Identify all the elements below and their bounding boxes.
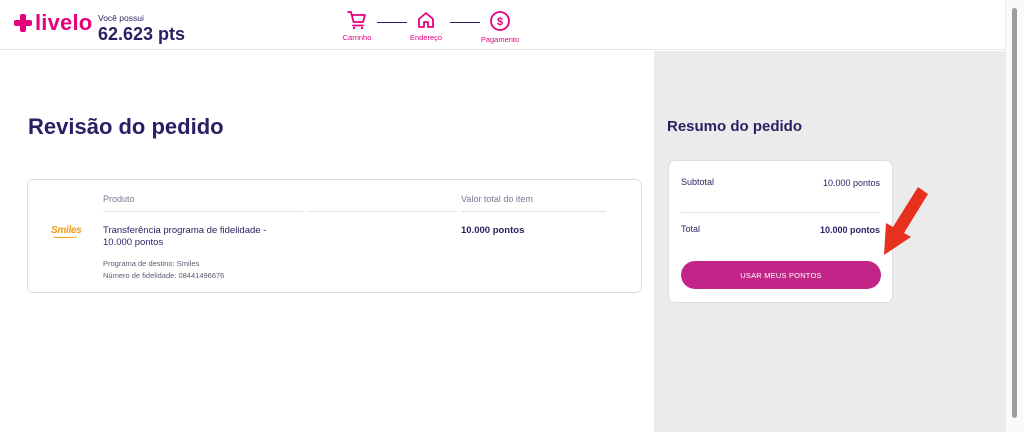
cart-icon (347, 11, 366, 30)
use-points-button[interactable]: USAR MEUS PONTOS (681, 261, 881, 289)
top-header: livelo Você possui 62.623 pts Carrinho E… (0, 0, 1005, 50)
smiles-logo-smile (53, 235, 77, 238)
red-arrow-icon (884, 187, 928, 255)
product-name: Transferência programa de fidelidade - 1… (103, 225, 267, 248)
points-label: Você possui (98, 13, 144, 23)
step-payment[interactable]: $ Pagamento (470, 10, 530, 44)
brand-name: livelo (35, 10, 93, 35)
page-title: Revisão do pedido (28, 114, 224, 139)
summary-title: Resumo do pedido (667, 118, 802, 135)
loyalty-number: Número de fidelidade: 08441496676 (103, 271, 225, 280)
points-balance: Você possui 62.623 pts (98, 13, 185, 45)
column-header-value: Valor total do item (461, 194, 533, 204)
points-value: 62.623 pts (98, 24, 186, 44)
column-header-product: Produto (103, 194, 135, 204)
plus-logo-icon (14, 14, 32, 32)
checkout-page: livelo Você possui 62.623 pts Carrinho E… (0, 0, 1024, 432)
svg-text:$: $ (497, 16, 503, 28)
smiles-logo: Smiles (51, 225, 82, 238)
summary-card: Subtotal 10.000 pontos Total 10.000 pont… (668, 160, 893, 303)
item-price: 10.000 pontos (461, 225, 525, 236)
checkout-steps: Carrinho Endereço $ Pagamento (340, 10, 540, 46)
total-label: Total (681, 224, 701, 234)
order-item-card: Produto Valor total do item Smiles Trans… (27, 179, 642, 293)
subtotal-value: 10.000 pontos (822, 178, 880, 188)
step-address[interactable]: Endereço (396, 10, 456, 42)
header-divider (461, 211, 606, 212)
step-payment-label: Pagamento (480, 35, 520, 44)
livelo-logo[interactable]: livelo (14, 12, 92, 34)
dollar-icon: $ (490, 11, 510, 31)
home-icon (418, 12, 434, 28)
header-divider (103, 211, 303, 212)
step-cart[interactable]: Carrinho (327, 10, 387, 42)
total-value: 10.000 pontos (819, 225, 880, 235)
scrollbar-thumb[interactable] (1012, 8, 1017, 418)
step-address-label: Endereço (409, 33, 443, 42)
destination-program: Programa de destino: Smiles (103, 259, 200, 268)
header-divider (307, 211, 457, 212)
step-cart-label: Carrinho (342, 33, 372, 42)
scrollbar[interactable] (1005, 0, 1024, 432)
summary-divider (681, 212, 880, 213)
subtotal-label: Subtotal (681, 177, 715, 187)
